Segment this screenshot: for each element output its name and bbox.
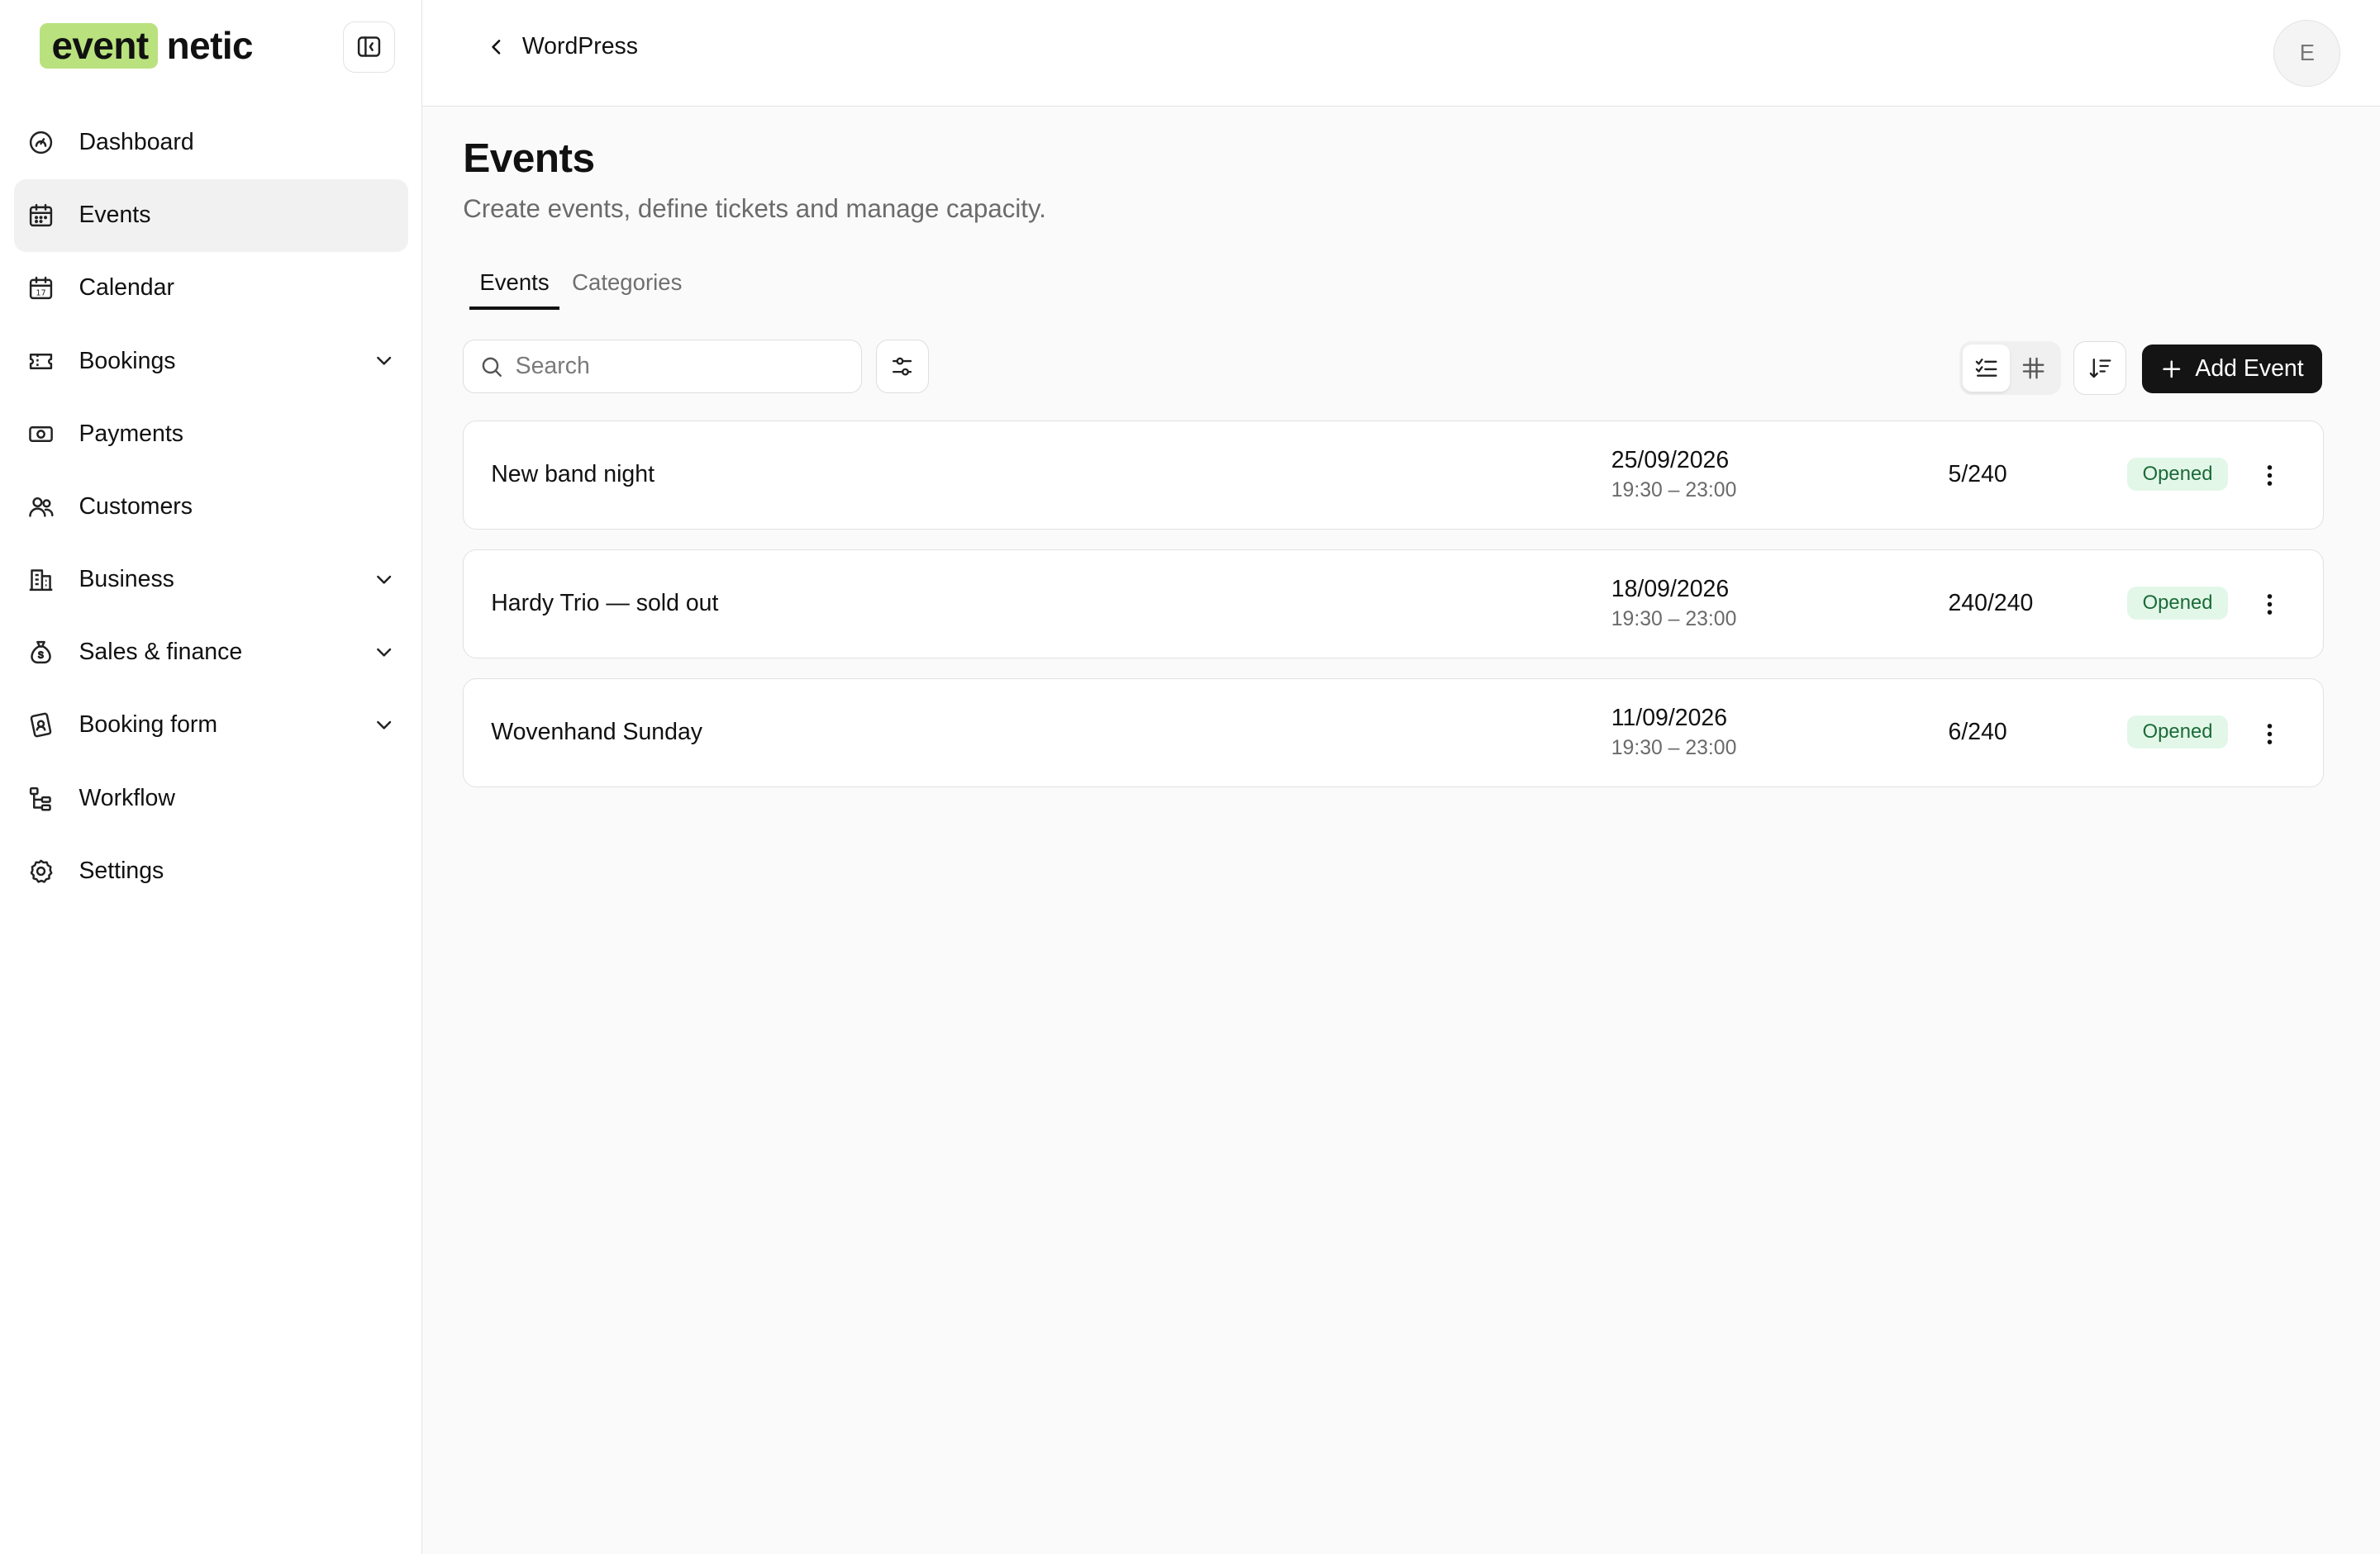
calendar-icon: 17 xyxy=(27,274,55,302)
event-capacity: 6/240 xyxy=(1948,718,2007,745)
sidebar-item-label: Customers xyxy=(79,492,193,520)
sidebar-item-sales-finance[interactable]: Sales & finance xyxy=(14,616,409,689)
money-icon xyxy=(27,421,55,448)
sidebar-collapse-button[interactable] xyxy=(343,21,395,74)
search-icon xyxy=(482,357,502,377)
money-bag-icon xyxy=(27,639,55,666)
sort-button[interactable] xyxy=(2073,341,2127,395)
sidebar-item-label: Payments xyxy=(79,420,183,447)
sliders-icon xyxy=(892,357,912,376)
more-options-button[interactable] xyxy=(2255,719,2286,749)
event-row[interactable]: Hardy Trio — sold out 18/09/2026 19:30 –… xyxy=(463,549,2325,659)
users-icon xyxy=(27,493,55,520)
sidebar-item-business[interactable]: Business xyxy=(14,544,409,616)
more-vertical-icon xyxy=(2268,465,2273,487)
event-time: 19:30 – 23:00 xyxy=(1611,478,1737,501)
back-link[interactable]: WordPress xyxy=(486,33,638,60)
event-name[interactable]: New band night xyxy=(491,461,654,488)
event-list: New band night 25/09/2026 19:30 – 23:00 … xyxy=(463,420,2325,807)
search-input[interactable] xyxy=(515,353,819,381)
event-row[interactable]: Wovenhand Sunday 11/09/2026 19:30 – 23:0… xyxy=(463,677,2325,788)
hash-grid-icon xyxy=(2022,357,2044,379)
event-capacity: 5/240 xyxy=(1948,460,2007,487)
back-link-label: WordPress xyxy=(521,33,639,60)
event-capacity: 240/240 xyxy=(1948,589,2034,616)
list-view-button[interactable] xyxy=(1962,344,2010,392)
avatar[interactable]: E xyxy=(2273,19,2341,87)
workflow-icon xyxy=(27,785,55,812)
sidebar-item-settings[interactable]: Settings xyxy=(14,834,409,907)
more-options-button[interactable] xyxy=(2255,590,2286,620)
filter-button[interactable] xyxy=(875,340,930,393)
event-name[interactable]: Hardy Trio — sold out xyxy=(491,590,718,617)
more-vertical-icon xyxy=(2268,723,2273,744)
tabs: Events Categories xyxy=(469,264,694,310)
calendar-grid-icon xyxy=(27,202,55,229)
sidebar-item-dashboard[interactable]: Dashboard xyxy=(14,107,409,179)
sidebar-item-workflow[interactable]: Workflow xyxy=(14,762,409,834)
event-date: 25/09/2026 xyxy=(1611,446,1730,473)
sidebar-item-label: Sales & finance xyxy=(79,639,243,666)
sidebar-nav: Dashboard Events 17 Calendar Bookings Pa… xyxy=(13,107,409,908)
topbar: WordPress E xyxy=(421,0,2380,107)
more-vertical-icon xyxy=(2268,594,2273,615)
dashboard-icon xyxy=(27,129,55,156)
event-date: 11/09/2026 xyxy=(1611,705,1728,732)
logo[interactable]: event netic xyxy=(39,21,254,70)
chevron-down-icon[interactable] xyxy=(372,640,396,664)
building-icon xyxy=(27,566,55,593)
sidebar-item-booking-form[interactable]: Booking form xyxy=(14,689,409,762)
logo-highlight: event xyxy=(39,22,158,69)
add-event-button[interactable]: Add Event xyxy=(2141,344,2323,393)
sidebar-item-label: Business xyxy=(79,566,174,593)
chevron-down-icon[interactable] xyxy=(372,713,396,737)
sidebar-toggle-icon xyxy=(357,36,380,58)
chevron-left-icon xyxy=(492,40,501,55)
status-badge: Opened xyxy=(2127,457,2228,492)
tab-events[interactable]: Events xyxy=(469,264,560,310)
event-row[interactable]: New band night 25/09/2026 19:30 – 23:00 … xyxy=(463,420,2325,530)
ticket-icon xyxy=(27,348,55,375)
chevron-down-icon[interactable] xyxy=(372,349,396,373)
sidebar-item-label: Calendar xyxy=(79,274,174,302)
event-name[interactable]: Wovenhand Sunday xyxy=(491,719,702,746)
checklist-icon xyxy=(1975,358,1997,377)
view-toggle xyxy=(1959,341,2062,395)
page-title: Events xyxy=(463,134,595,181)
sidebar-item-label: Booking form xyxy=(79,711,218,739)
add-event-label: Add Event xyxy=(2195,354,2304,382)
sidebar-item-bookings[interactable]: Bookings xyxy=(14,325,409,397)
sidebar-item-label: Events xyxy=(79,202,151,229)
form-icon xyxy=(27,711,55,739)
gear-icon xyxy=(27,858,55,885)
tab-categories[interactable]: Categories xyxy=(561,264,693,310)
status-badge: Opened xyxy=(2127,586,2228,620)
event-time: 19:30 – 23:00 xyxy=(1611,736,1737,759)
status-badge: Opened xyxy=(2127,715,2228,749)
event-date: 18/09/2026 xyxy=(1611,576,1730,603)
plus-icon xyxy=(2163,359,2181,378)
sidebar-item-payments[interactable]: Payments xyxy=(14,397,409,470)
sidebar-item-label: Settings xyxy=(79,857,164,884)
search-box xyxy=(463,340,863,393)
page-subtitle: Create events, define tickets and manage… xyxy=(463,194,1046,224)
sidebar: event netic Dashboard Events 17 Calendar… xyxy=(0,0,422,1554)
sidebar-item-label: Bookings xyxy=(79,347,176,374)
svg-text:17: 17 xyxy=(36,289,45,298)
grid-view-button[interactable] xyxy=(2010,345,2057,392)
sidebar-item-customers[interactable]: Customers xyxy=(14,470,409,543)
sidebar-item-calendar[interactable]: 17 Calendar xyxy=(14,252,409,325)
sidebar-item-label: Dashboard xyxy=(79,129,194,156)
sidebar-item-events[interactable]: Events xyxy=(13,178,409,252)
app-root: event netic Dashboard Events 17 Calendar… xyxy=(0,0,2380,1554)
sort-icon xyxy=(2089,358,2111,378)
event-time: 19:30 – 23:00 xyxy=(1611,607,1737,630)
logo-rest: netic xyxy=(166,24,254,68)
more-options-button[interactable] xyxy=(2255,461,2286,492)
sidebar-item-label: Workflow xyxy=(79,784,175,811)
chevron-down-icon[interactable] xyxy=(372,568,396,592)
